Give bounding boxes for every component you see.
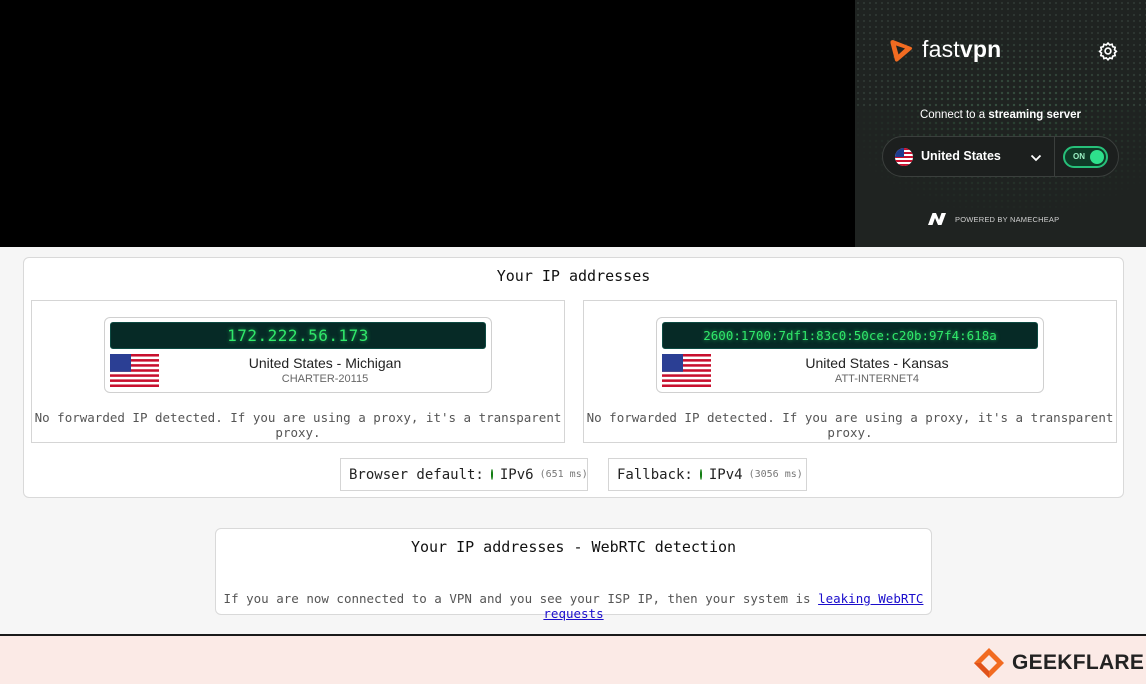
us-flag-icon [110, 354, 159, 387]
fallback-label: Fallback: [617, 466, 693, 483]
toggle-knob [1090, 150, 1104, 164]
webrtc-note-text: If you are now connected to a VPN and yo… [223, 591, 819, 606]
forwarded-ip-note: No forwarded IP detected. If you are usi… [34, 410, 562, 440]
gear-icon[interactable] [1098, 41, 1118, 61]
video-area [0, 0, 855, 247]
ip-addresses-card: Your IP addresses 172.222.56.173 United … [23, 257, 1124, 498]
ip-location: United States - Kansas [805, 355, 949, 371]
ip-box: 2600:1700:7df1:83c0:50ce:c20b:97f4:618a … [656, 317, 1044, 393]
ipv4-panel: 172.222.56.173 United States - Michigan … [31, 300, 565, 443]
fastvpn-logo: fastvpn [888, 36, 1001, 63]
fallback-proto: IPv4 [708, 466, 743, 483]
fallback-latency: (3056 ms) [748, 469, 803, 480]
status-dot-icon [490, 469, 493, 480]
status-dot-icon [699, 469, 702, 480]
ip-display[interactable]: 172.222.56.173 [110, 322, 486, 349]
browser-default-latency: (651 ms) [539, 469, 588, 480]
geekflare-logo: GEEKFLARE [972, 646, 1144, 680]
ip-isp: ATT-INTERNET4 [834, 373, 920, 385]
ip-card-title: Your IP addresses [496, 267, 651, 285]
toggle-label: ON [1073, 152, 1085, 161]
powered-by: POWERED BY NAMECHEAP [927, 212, 1059, 226]
fallback-pill: Fallback: IPv4 (3056 ms) [608, 458, 807, 491]
fastvpn-brand: fastvpn [922, 36, 1001, 63]
selected-country: United States [921, 149, 1001, 163]
us-flag-icon [895, 148, 913, 166]
ip-location: United States - Michigan [248, 355, 402, 371]
chevron-down-icon[interactable] [1029, 151, 1043, 165]
ip-isp: CHARTER-20115 [281, 373, 369, 385]
geekflare-text: GEEKFLARE [1012, 651, 1145, 674]
us-flag-icon [662, 354, 711, 387]
server-selector[interactable]: United States ON [882, 136, 1119, 177]
browser-default-proto: IPv6 [499, 466, 534, 483]
powered-by-text: POWERED BY NAMECHEAP [955, 214, 1060, 224]
webrtc-card-title: Your IP addresses - WebRTC detection [410, 538, 737, 556]
connect-caption: Connect to a streaming server [855, 109, 1146, 121]
fastvpn-logo-icon [890, 39, 913, 62]
browser-default-label: Browser default: [349, 466, 484, 483]
ip-display[interactable]: 2600:1700:7df1:83c0:50ce:c20b:97f4:618a [662, 322, 1038, 349]
caption-prefix: Connect to a [919, 109, 989, 121]
ipv6-panel: 2600:1700:7df1:83c0:50ce:c20b:97f4:618a … [583, 300, 1117, 443]
brand-bold: vpn [959, 36, 1002, 62]
caption-bold: streaming server [988, 109, 1082, 121]
webrtc-card: Your IP addresses - WebRTC detection If … [215, 528, 932, 621]
vpn-extension-panel: fastvpn Connect to a streaming server Un… [855, 0, 1146, 247]
geekflare-logo-icon [974, 648, 1004, 678]
browser-default-pill: Browser default: IPv6 (651 ms) [340, 458, 588, 491]
webrtc-note: If you are now connected to a VPN and yo… [216, 591, 931, 621]
selector-divider [1054, 137, 1055, 176]
ip-box: 172.222.56.173 United States - Michigan … [104, 317, 492, 393]
vpn-toggle[interactable]: ON [1063, 146, 1108, 168]
brand-light: fast [922, 36, 960, 62]
namecheap-logo-icon [928, 213, 946, 225]
forwarded-ip-note: No forwarded IP detected. If you are usi… [586, 410, 1114, 440]
